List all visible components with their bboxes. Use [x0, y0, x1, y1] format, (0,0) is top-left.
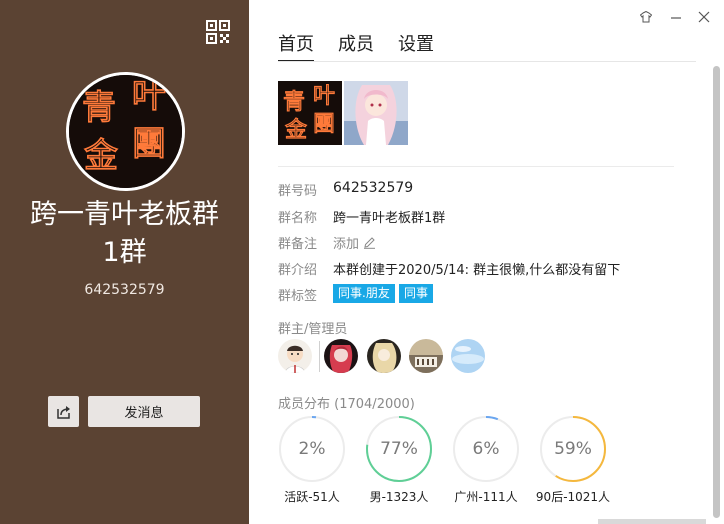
group-tag[interactable]: 同事: [399, 284, 434, 303]
photo-glyph: 團: [313, 112, 335, 137]
group-name-title: 跨一青叶老板群1群: [30, 199, 219, 268]
group-number-text: 642532579: [84, 282, 165, 298]
group-profile-panel: 青 叶 金 團 跨一青叶老板群1群 642532579 发消息: [0, 0, 249, 524]
stat-label: 广州-111人: [454, 490, 518, 504]
stat-ring-region[interactable]: 6%: [452, 415, 520, 483]
group-tags-label: 群标签: [278, 289, 318, 304]
add-remark-label: 添加: [333, 237, 360, 252]
members-title: 成员分布: [278, 397, 331, 412]
tab-divider: [278, 61, 696, 62]
close-icon[interactable]: [695, 8, 713, 26]
avatar-glyph: 叶: [132, 76, 166, 116]
skin-icon[interactable]: [637, 8, 655, 26]
pencil-icon: [364, 237, 376, 249]
photo-glyph: 青: [283, 90, 305, 115]
bottom-resize-strip: [598, 519, 706, 524]
group-avatar[interactable]: 青 叶 金 團: [66, 72, 185, 191]
admin-avatar[interactable]: [324, 339, 358, 373]
group-name-value: 跨一青叶老板群1群: [333, 211, 446, 226]
stat-percent: 59%: [554, 439, 592, 459]
stat-label: 男-1323人: [369, 490, 429, 504]
stat-percent: 6%: [472, 439, 500, 459]
group-photo[interactable]: 青 叶 金 團: [278, 81, 342, 145]
admin-avatar[interactable]: [409, 339, 443, 373]
qr-code-icon[interactable]: [206, 20, 230, 44]
stat-ring-age[interactable]: 59%: [539, 415, 607, 483]
admin-avatar[interactable]: [451, 339, 485, 373]
tab-members[interactable]: 成员: [338, 30, 374, 56]
group-code-label: 群号码: [278, 184, 318, 199]
stat-label: 活跃-51人: [284, 490, 340, 504]
scrollbar-thumb[interactable]: [713, 66, 720, 518]
group-name-label: 群名称: [278, 211, 318, 226]
admin-avatar[interactable]: [278, 339, 312, 373]
avatar-glyph: 金: [84, 136, 118, 176]
stat-percent: 77%: [380, 439, 418, 459]
send-message-button[interactable]: 发消息: [88, 396, 200, 427]
avatar-glyph: 青: [82, 88, 116, 128]
stat-percent: 2%: [298, 439, 326, 459]
photo-glyph: 金: [285, 118, 307, 143]
members-count: (1704/2000): [334, 397, 415, 412]
stat-ring-gender[interactable]: 77%: [365, 415, 433, 483]
stat-label: 90后-1021人: [535, 490, 611, 504]
stat-ring-active[interactable]: 2%: [278, 415, 346, 483]
tab-settings[interactable]: 设置: [398, 30, 434, 56]
share-button[interactable]: [48, 396, 79, 427]
group-code-value: 642532579: [333, 180, 414, 196]
minimize-icon[interactable]: [667, 8, 685, 26]
avatar-glyph: 團: [132, 124, 166, 164]
admin-divider: [319, 341, 320, 372]
members-section-title: 成员分布 (1704/2000): [278, 393, 415, 412]
group-tag[interactable]: 同事.朋友: [333, 284, 395, 303]
add-remark-button[interactable]: 添加: [333, 233, 376, 252]
section-divider: [278, 166, 674, 167]
group-remark-label: 群备注: [278, 237, 318, 252]
group-photo[interactable]: [344, 81, 408, 145]
share-icon: [56, 405, 70, 419]
group-intro-label: 群介绍: [278, 263, 318, 278]
admin-avatar[interactable]: [367, 339, 401, 373]
photo-glyph: 叶: [313, 84, 335, 109]
group-intro-value: 本群创建于2020/5/14: 群主很懒,什么都没有留下: [333, 263, 621, 278]
admins-section-title: 群主/管理员: [278, 322, 348, 337]
tab-home[interactable]: 首页: [278, 30, 314, 62]
